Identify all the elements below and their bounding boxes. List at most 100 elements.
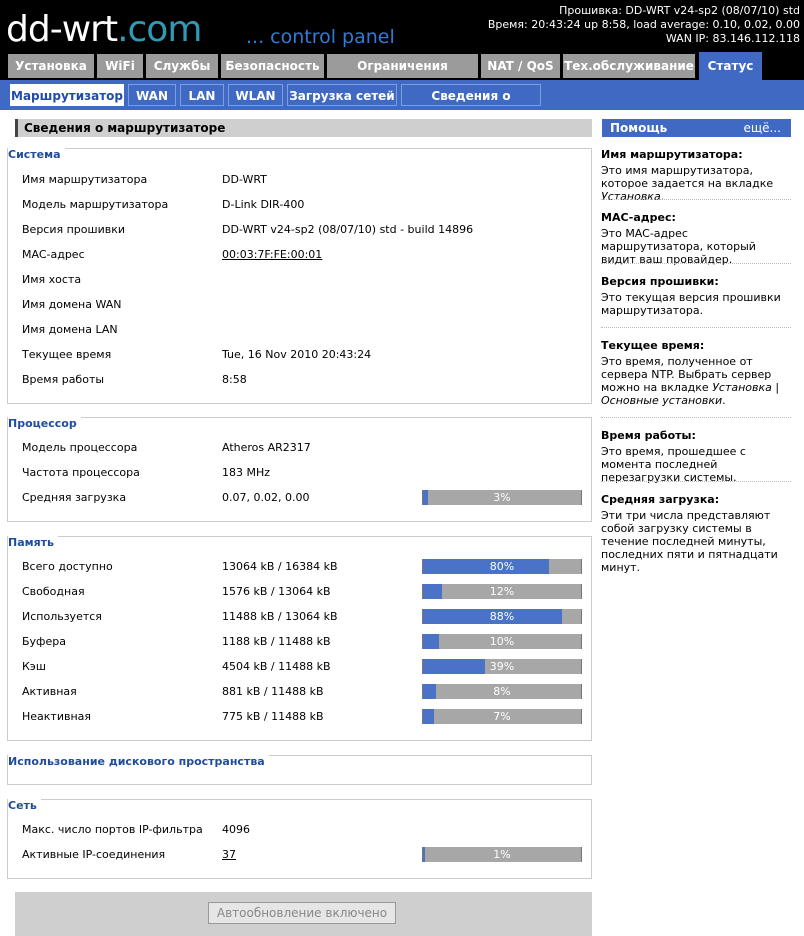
help-item-text: Это время, полученное от сервера NTP. Вы… xyxy=(601,355,780,407)
progress-bar: 39% xyxy=(422,659,582,674)
row-label: Активная xyxy=(22,685,77,698)
row-value: 4096 xyxy=(222,823,250,836)
active-connections-link[interactable]: 37 xyxy=(222,847,236,863)
progress-bar: 1% xyxy=(422,847,582,862)
page-title: Сведения о маршрутизаторе xyxy=(15,119,592,137)
network-row: Активные IP-соединения 37 1% xyxy=(22,847,582,863)
help-item-title: Имя маршрутизатора: xyxy=(601,148,743,161)
row-label: Имя маршрутизатора xyxy=(22,173,148,186)
header: dd-wrt.com ... control panel Прошивка: D… xyxy=(0,0,804,52)
row-value: 11488 kB / 13064 kB xyxy=(222,610,338,623)
row-label: MAC-адрес xyxy=(22,248,85,261)
progress-text: 8% xyxy=(493,685,511,698)
help-separator xyxy=(601,327,791,328)
help-item: MAC-адрес: Это MAC-адрес маршрутизатора,… xyxy=(601,211,791,266)
row-value: 775 kB / 11488 kB xyxy=(222,710,324,723)
subtab-lan[interactable]: LAN xyxy=(180,84,224,106)
firmware-info: Прошивка: DD-WRT v24-sp2 (08/07/10) std xyxy=(559,4,800,17)
tab-status[interactable]: Статус xyxy=(699,52,762,80)
cpu-section: Процессор Модель процессора Atheros AR231… xyxy=(7,417,592,522)
tab-services[interactable]: Службы xyxy=(146,54,218,78)
help-item-text: Это MAC-адрес маршрутизатора, который ви… xyxy=(601,227,756,266)
tab-wifi[interactable]: WiFi xyxy=(97,54,143,78)
subtab-sysinfo[interactable]: Сведения о системе xyxy=(401,84,541,125)
help-separator xyxy=(601,199,791,200)
system-row: Текущее время Tue, 16 Nov 2010 20:43:24 xyxy=(22,347,582,363)
row-label: Активные IP-соединения xyxy=(22,848,166,861)
help-item: Имя маршрутизатора: Это имя маршрутизато… xyxy=(601,148,791,203)
row-value: 183 MHz xyxy=(222,466,271,479)
tab-administration[interactable]: Тех.обслуживание xyxy=(563,54,695,78)
progress-text: 3% xyxy=(493,491,511,504)
memory-row: Свободная 1576 kB / 13064 kB 12% xyxy=(22,584,582,600)
help-more-link[interactable]: ещё... xyxy=(743,119,781,137)
row-label: Имя домена LAN xyxy=(22,323,118,336)
row-value: 4504 kB / 11488 kB xyxy=(222,660,331,673)
row-value: D-Link DIR-400 xyxy=(222,198,305,211)
system-row: Имя домена LAN xyxy=(22,322,582,338)
help-item: Версия прошивки: Это текущая версия прош… xyxy=(601,275,791,317)
row-label: Неактивная xyxy=(22,710,92,723)
cpu-row: Модель процессора Atheros AR2317 xyxy=(22,440,582,456)
section-title: Память xyxy=(8,536,59,549)
wan-ip-info: WAN IP: 83.146.112.118 xyxy=(665,32,800,45)
time-info: Время: 20:43:24 up 8:58, load average: 0… xyxy=(487,18,800,31)
subtab-wan[interactable]: WAN xyxy=(128,84,176,106)
row-label: Буфера xyxy=(22,635,66,648)
tab-access-restrictions[interactable]: Ограничения доступа xyxy=(327,54,478,97)
main-tabs: Установка WiFi Службы Безопасность Огран… xyxy=(0,52,804,97)
memory-row: Всего доступно 13064 kB / 16384 kB 80% xyxy=(22,559,582,575)
progress-bar: 3% xyxy=(422,490,582,505)
section-title: Использование дискового пространства xyxy=(8,755,269,768)
help-item-title: Средняя загрузка: xyxy=(601,493,720,506)
memory-row: Кэш 4504 kB / 11488 kB 39% xyxy=(22,659,582,675)
progress-bar: 88% xyxy=(422,609,582,624)
progress-text: 12% xyxy=(489,585,515,598)
tab-security[interactable]: Безопасность xyxy=(221,54,324,78)
row-value: DD-WRT xyxy=(222,173,267,186)
progress-text: 1% xyxy=(493,848,511,861)
logo-dotcom: .com xyxy=(117,9,202,50)
system-row: Версия прошивки DD-WRT v24-sp2 (08/07/10)… xyxy=(22,222,582,238)
progress-bar: 12% xyxy=(422,584,582,599)
system-row: Имя хоста xyxy=(22,272,582,288)
progress-text: 88% xyxy=(489,610,515,623)
section-title: Процессор xyxy=(8,417,81,430)
help-item-title: Версия прошивки: xyxy=(601,275,719,288)
help-item-text: Эти три числа представляют собой загрузк… xyxy=(601,509,778,574)
row-value: 13064 kB / 16384 kB xyxy=(222,560,338,573)
progress-bar: 80% xyxy=(422,559,582,574)
help-item: Время работы: Это время, прошедшее с мом… xyxy=(601,429,791,484)
network-section: Сеть Макс. число портов IP-фильтра 4096 А… xyxy=(7,799,592,879)
row-value: 881 kB / 11488 kB xyxy=(222,685,324,698)
cpu-row: Средняя загрузка 0.07, 0.02, 0.00 3% xyxy=(22,490,582,506)
logo-control-panel: ... control panel xyxy=(246,26,395,48)
help-item-title: MAC-адрес: xyxy=(601,211,676,224)
progress-bar: 10% xyxy=(422,634,582,649)
system-section: Система Имя маршрутизатора DD-WRT Модель … xyxy=(7,148,592,404)
progress-bar: 8% xyxy=(422,684,582,699)
subtab-bandwidth[interactable]: Загрузка сетей xyxy=(287,84,397,106)
tab-nat-qos[interactable]: NAT / QoS xyxy=(481,54,560,78)
progress-text: 7% xyxy=(493,710,511,723)
help-separator xyxy=(601,417,791,418)
row-value: 8:58 xyxy=(222,373,247,386)
row-value: 1188 kB / 11488 kB xyxy=(222,635,331,648)
system-row: Модель маршрутизатора D-Link DIR-400 xyxy=(22,197,582,213)
help-header: Помощь ещё... xyxy=(602,119,791,137)
subtab-wlan[interactable]: WLAN xyxy=(228,84,283,106)
row-label: Время работы xyxy=(22,373,105,386)
help-item-text: Это имя маршрутизатора, которое задается… xyxy=(601,164,774,203)
row-label: Кэш xyxy=(22,660,46,673)
mac-address-link[interactable]: 00:03:7F:FE:00:01 xyxy=(222,247,322,263)
help-separator xyxy=(601,481,791,482)
tab-setup[interactable]: Установка xyxy=(8,54,94,78)
row-value: Tue, 16 Nov 2010 20:43:24 xyxy=(222,348,372,361)
autorefresh-button[interactable]: Автообновление включено xyxy=(208,902,396,924)
row-label: Имя домена WAN xyxy=(22,298,122,311)
help-item-title: Время работы: xyxy=(601,429,696,442)
row-label: Текущее время xyxy=(22,348,112,361)
footer-bar: Автообновление включено xyxy=(15,892,592,936)
row-value: 0.07, 0.02, 0.00 xyxy=(222,491,310,504)
subtab-router[interactable]: Маршрутизатор xyxy=(10,84,124,106)
